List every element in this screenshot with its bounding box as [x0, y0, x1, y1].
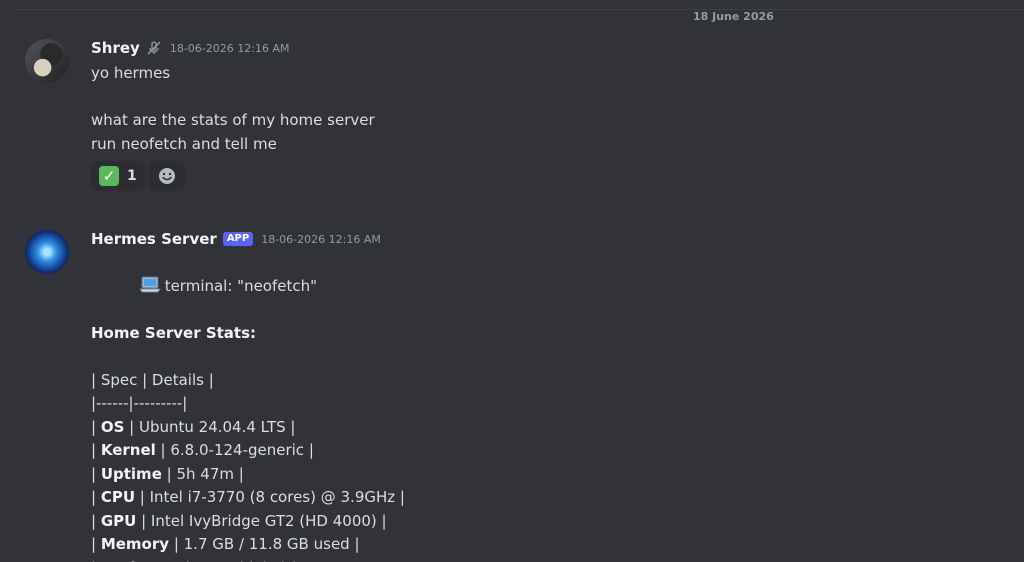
stats-row-value: Intel i7-3770 (8 cores) @ 3.9GHz [149, 488, 396, 506]
message-timestamp[interactable]: 18-06-2026 12:16 AM [261, 233, 381, 246]
avatar[interactable] [25, 39, 69, 83]
stats-row-value: 1879 (dpkg) [195, 559, 287, 562]
smiley-face-icon [158, 168, 175, 184]
reactions-bar: ✓ 1 [91, 161, 1004, 191]
muted-microphone-icon [147, 41, 161, 55]
stats-row-label: GPU [100, 511, 137, 530]
message-text-line [91, 86, 1004, 110]
stats-row-value: 5h 47m [176, 464, 234, 483]
terminal-command-text: terminal: "neofetch" [164, 276, 318, 295]
stats-row: | CPU | Intel i7-3770 (8 cores) @ 3.9GHz… [91, 488, 405, 506]
stats-row-label: OS [100, 417, 125, 436]
reaction-count: 1 [127, 168, 137, 184]
stats-row-label: Uptime [100, 464, 162, 483]
date-divider: 18 June 2026 [14, 9, 1024, 24]
reaction-check[interactable]: ✓ 1 [91, 161, 145, 191]
stats-row-label: Memory [100, 535, 170, 553]
stats-row-value: Ubuntu 24.04.4 LTS [138, 417, 286, 436]
stats-row-value: 6.8.0-124-generic [170, 441, 305, 459]
stats-row: | Kernel | 6.8.0-124-generic | [91, 441, 314, 459]
check-mark-icon: ✓ [99, 166, 119, 186]
username[interactable]: Hermes Server [91, 230, 217, 248]
table-separator: |------|---------| [91, 394, 188, 412]
stats-title: Home Server Stats: [91, 323, 257, 342]
message-text-line: yo hermes [91, 64, 171, 82]
stats-row-label: Packages [101, 559, 181, 562]
stats-row: | OS | Ubuntu 24.04.4 LTS | [91, 417, 296, 436]
stats-row: | Memory | 1.7 GB / 11.8 GB used | [91, 535, 360, 553]
stats-row: | Packages | 1879 (dpkg) | [91, 557, 1004, 562]
terminal-command-line: terminal: "neofetch" [91, 251, 1004, 322]
add-reaction-button[interactable] [148, 161, 185, 191]
chat-view: 18 June 2026 Shrey 18-06-2026 12:16 AM y… [0, 0, 1024, 562]
stats-row-value: Intel IvyBridge GT2 (HD 4000) [150, 511, 377, 530]
message-text-line: run neofetch and tell me [91, 134, 277, 153]
message-timestamp[interactable]: 18-06-2026 12:16 AM [170, 42, 290, 55]
avatar[interactable] [25, 230, 69, 274]
message-text-line: what are the stats of my home server [91, 111, 375, 129]
app-badge: APP [222, 232, 254, 246]
stats-row: | Uptime | 5h 47m | [91, 464, 244, 483]
laptop-icon [138, 276, 161, 292]
stats-row-label: CPU [100, 488, 136, 506]
table-header: | Spec | Details | [91, 370, 214, 389]
stats-row: | GPU | Intel IvyBridge GT2 (HD 4000) | [91, 511, 387, 530]
stats-row-value: 1.7 GB / 11.8 GB used [183, 535, 350, 553]
stats-row-label: Kernel [100, 441, 156, 459]
date-divider-label: 18 June 2026 [689, 10, 778, 24]
username[interactable]: Shrey [91, 39, 140, 57]
